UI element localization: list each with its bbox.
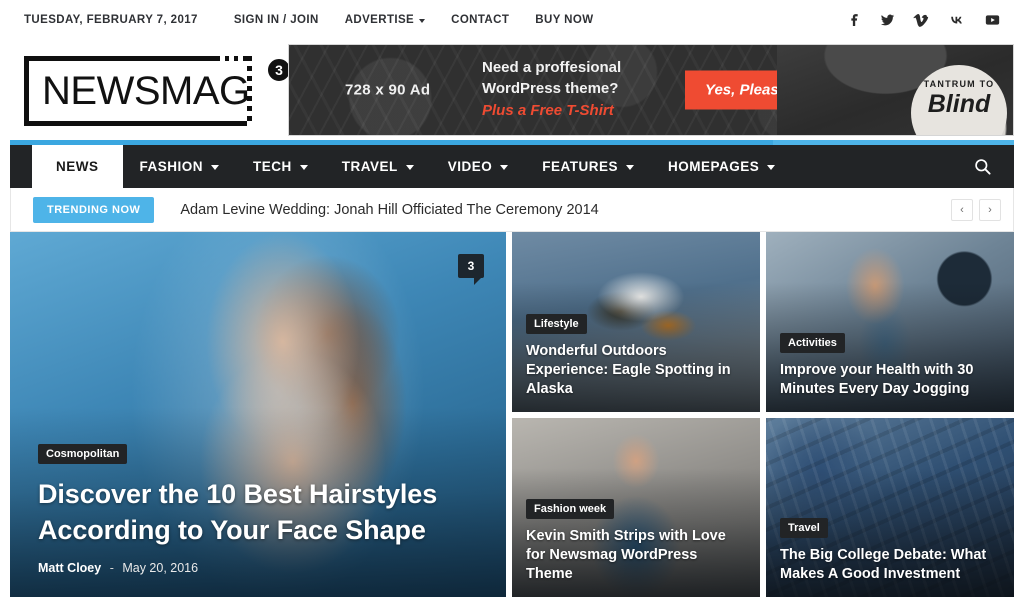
nav-item-homepages[interactable]: HOMEPAGES — [651, 145, 792, 188]
nav-item-news[interactable]: NEWS — [32, 145, 123, 188]
secondary-row-bottom: Fashion week Kevin Smith Strips with Lov… — [512, 417, 1014, 597]
card-title[interactable]: The Big College Debate: What Makes A Goo… — [780, 546, 1002, 584]
card-category-badge[interactable]: Lifestyle — [526, 313, 587, 334]
main-nav: NEWS FASHION TECH TRAVEL VIDEO FEATURES — [10, 140, 1014, 188]
nav-item-label: VIDEO — [447, 159, 493, 174]
top-menu-label: ADVERTISE — [344, 14, 415, 26]
ad-banner[interactable]: 728 x 90 Ad Need a proffesional WordPres… — [288, 44, 1014, 136]
ad-tshirt-print: TANTRUM TO Blind — [911, 65, 1007, 135]
card-category-badge[interactable]: Travel — [780, 518, 828, 538]
nav-item-fashion[interactable]: FASHION — [123, 145, 237, 188]
card-meta: Activities Improve your Health with 30 M… — [780, 332, 1002, 399]
top-menu: SIGN IN / JOIN ADVERTISE CONTACT BUY NOW — [234, 14, 594, 26]
facebook-icon[interactable] — [846, 12, 862, 28]
nav-item-label: FEATURES — [542, 159, 619, 174]
hero-category-badge[interactable]: Cosmopolitan — [38, 444, 128, 464]
trending-bar: TRENDING NOW Adam Levine Wedding: Jonah … — [10, 188, 1014, 232]
top-menu-item-contact[interactable]: CONTACT — [451, 14, 509, 26]
article-card-college[interactable]: Travel The Big College Debate: What Make… — [766, 417, 1014, 597]
secondary-articles: Lifestyle Wonderful Outdoors Experience:… — [512, 232, 1014, 597]
nav-item-label: TRAVEL — [341, 159, 398, 174]
nav-item-label: NEWS — [56, 159, 99, 174]
card-meta: Fashion week Kevin Smith Strips with Lov… — [526, 499, 748, 584]
trending-nav: ‹ › — [951, 198, 1001, 221]
hero-author-name[interactable]: Matt Cloey — [38, 561, 101, 575]
logo-text: NEWSMAG — [42, 69, 250, 113]
ad-copy: Need a proffesional WordPress theme? Plu… — [482, 57, 621, 119]
trending-wrap: TRENDING NOW Adam Levine Wedding: Jonah … — [0, 188, 1024, 232]
chevron-down-icon — [419, 19, 426, 23]
hero-date: May 20, 2016 — [122, 561, 199, 575]
hero-title[interactable]: Discover the 10 Best Hairstyles Accordin… — [38, 476, 458, 548]
featured-grid: 3 Cosmopolitan Discover the 10 Best Hair… — [0, 232, 1024, 597]
ad-size-label: 728 x 90 Ad — [345, 81, 431, 99]
search-icon — [975, 159, 991, 175]
chevron-down-icon — [299, 165, 308, 170]
article-card-kevin-smith[interactable]: Fashion week Kevin Smith Strips with Lov… — [512, 417, 760, 597]
hero-comment-count[interactable]: 3 — [458, 254, 484, 285]
ad-subline: Plus a Free T-Shirt — [482, 102, 614, 119]
nav-item-label: FASHION — [139, 159, 204, 174]
trending-next-button[interactable]: › — [979, 198, 1001, 221]
nav-item-travel[interactable]: TRAVEL — [325, 145, 431, 188]
card-meta: Lifestyle Wonderful Outdoors Experience:… — [526, 313, 748, 399]
current-date: TUESDAY, FEBRUARY 7, 2017 — [24, 14, 198, 26]
card-title[interactable]: Improve your Health with 30 Minutes Ever… — [780, 361, 1002, 399]
secondary-row-top: Lifestyle Wonderful Outdoors Experience:… — [512, 232, 1014, 412]
ad-tshirt-print-line1: TANTRUM TO — [923, 79, 995, 89]
nav-item-tech[interactable]: TECH — [236, 145, 325, 188]
card-title[interactable]: Kevin Smith Strips with Love for Newsmag… — [526, 527, 748, 584]
chevron-down-icon — [211, 165, 220, 170]
card-category-badge[interactable]: Fashion week — [526, 499, 615, 519]
byline-separator: - — [109, 561, 114, 575]
article-card-jogging[interactable]: Activities Improve your Health with 30 M… — [766, 232, 1014, 412]
hero-article[interactable]: 3 Cosmopolitan Discover the 10 Best Hair… — [10, 232, 506, 597]
chevron-down-icon — [405, 165, 414, 170]
chevron-down-icon — [767, 165, 776, 170]
site-header: NEWSMAG 3 728 x 90 Ad Need a proffesiona… — [0, 40, 1024, 140]
trending-headline[interactable]: Adam Levine Wedding: Jonah Hill Officiat… — [180, 202, 598, 218]
card-category-badge[interactable]: Activities — [780, 332, 845, 353]
hero-meta: Cosmopolitan Discover the 10 Best Hairst… — [38, 444, 478, 575]
social-links — [846, 12, 1002, 28]
twitter-icon[interactable] — [879, 12, 896, 28]
nav-item-label: TECH — [253, 159, 292, 174]
top-menu-label: BUY NOW — [535, 14, 594, 26]
top-menu-label: CONTACT — [451, 14, 510, 26]
vk-icon[interactable] — [947, 12, 966, 28]
main-nav-items: NEWS FASHION TECH TRAVEL VIDEO FEATURES — [10, 145, 792, 188]
card-title[interactable]: Wonderful Outdoors Experience: Eagle Spo… — [526, 342, 748, 399]
chevron-down-icon — [500, 165, 509, 170]
ad-headline-line1: Need a proffesional — [482, 59, 622, 76]
site-logo[interactable]: NEWSMAG 3 — [24, 48, 293, 132]
nav-item-video[interactable]: VIDEO — [431, 145, 526, 188]
chevron-down-icon — [626, 165, 635, 170]
ad-headline-line2: WordPress theme? — [482, 80, 619, 97]
card-meta: Travel The Big College Debate: What Make… — [780, 518, 1002, 584]
top-menu-label: SIGN IN / JOIN — [233, 14, 319, 26]
trending-badge[interactable]: TRENDING NOW — [33, 196, 155, 223]
article-card-eagle[interactable]: Lifestyle Wonderful Outdoors Experience:… — [512, 232, 760, 412]
top-menu-item-advertise[interactable]: ADVERTISE — [344, 14, 426, 26]
top-menu-item-buy-now[interactable]: BUY NOW — [535, 14, 593, 26]
ad-tshirt-image: TANTRUM TO Blind — [777, 45, 1013, 135]
search-button[interactable] — [951, 145, 1014, 188]
vimeo-icon[interactable] — [913, 12, 930, 28]
ad-tshirt-print-line2: Blind — [927, 90, 991, 118]
top-bar: TUESDAY, FEBRUARY 7, 2017 SIGN IN / JOIN… — [0, 0, 1024, 40]
main-nav-wrap: NEWS FASHION TECH TRAVEL VIDEO FEATURES — [0, 140, 1024, 188]
trending-prev-button[interactable]: ‹ — [951, 198, 973, 221]
youtube-icon[interactable] — [983, 12, 1002, 28]
nav-item-features[interactable]: FEATURES — [525, 145, 651, 188]
hero-byline: Matt Cloey - May 20, 2016 — [38, 561, 478, 575]
top-menu-item-sign-in[interactable]: SIGN IN / JOIN — [234, 14, 319, 26]
nav-item-label: HOMEPAGES — [668, 159, 760, 174]
